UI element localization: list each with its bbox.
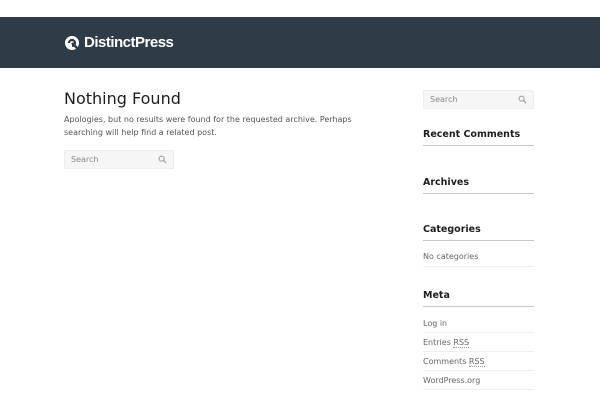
comments-rss-prefix: Comments bbox=[423, 357, 469, 366]
widget-title-meta: Meta bbox=[423, 290, 450, 301]
main-search-input[interactable] bbox=[65, 151, 155, 168]
list-divider bbox=[423, 370, 534, 371]
entries-rss-abbr: RSS bbox=[453, 338, 470, 348]
comments-rss-abbr: RSS bbox=[468, 357, 485, 367]
widget-title-categories: Categories bbox=[423, 224, 481, 235]
meta-comments-rss-link[interactable]: Comments RSS bbox=[423, 356, 534, 367]
list-divider bbox=[423, 266, 534, 267]
top-strip bbox=[0, 0, 600, 17]
widget-divider bbox=[423, 145, 534, 146]
main-search-form bbox=[64, 150, 174, 169]
widget-divider bbox=[423, 193, 534, 194]
sidebar-search-form bbox=[423, 90, 534, 109]
site-logo-link[interactable]: DistinctPress bbox=[64, 34, 174, 52]
page-title: Nothing Found bbox=[64, 89, 181, 108]
search-icon[interactable] bbox=[518, 95, 527, 104]
list-divider bbox=[423, 332, 534, 333]
logo-icon bbox=[65, 36, 79, 50]
widget-title-archives: Archives bbox=[423, 177, 469, 188]
widget-divider bbox=[423, 306, 534, 307]
widget-title-recent-comments: Recent Comments bbox=[423, 129, 521, 140]
not-found-message: Apologies, but no results were found for… bbox=[64, 115, 352, 137]
entries-rss-prefix: Entries bbox=[423, 338, 454, 347]
no-categories-text: No categories bbox=[423, 252, 479, 261]
search-icon[interactable] bbox=[158, 155, 167, 164]
list-divider bbox=[423, 389, 534, 390]
sidebar-search-input[interactable] bbox=[424, 91, 514, 108]
list-divider bbox=[423, 351, 534, 352]
widget-divider bbox=[423, 240, 534, 241]
meta-wordpress-link[interactable]: WordPress.org bbox=[423, 375, 534, 386]
meta-login-link[interactable]: Log in bbox=[423, 318, 534, 329]
site-title: DistinctPress bbox=[84, 34, 174, 51]
meta-entries-rss-link[interactable]: Entries RSS bbox=[423, 337, 534, 348]
